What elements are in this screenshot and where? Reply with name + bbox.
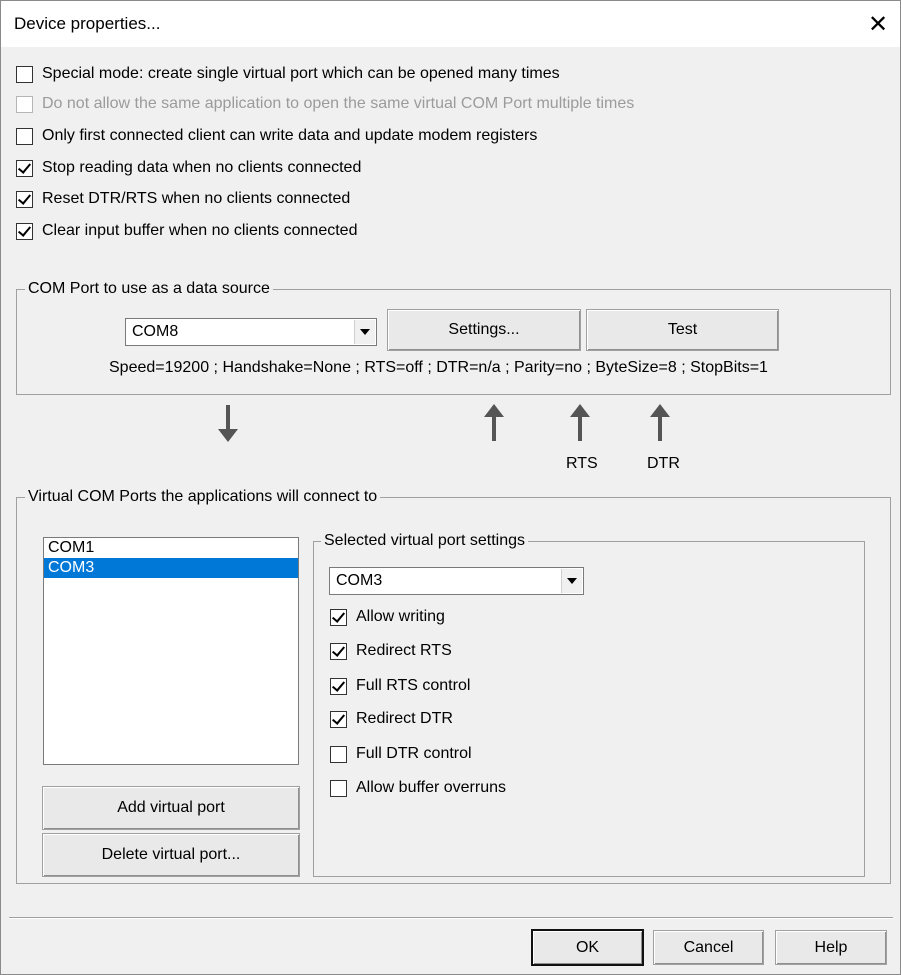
checkbox-full-rts-control[interactable]: [330, 677, 347, 695]
option-clear-input-buffer[interactable]: Clear input buffer when no clients conne…: [16, 222, 357, 240]
cancel-button[interactable]: Cancel: [653, 930, 764, 965]
option-reset-dtr-rts-label: Reset DTR/RTS when no clients connected: [42, 190, 351, 207]
port-settings-group-label: Selected virtual port settings: [321, 532, 528, 550]
title-bar[interactable]: Device properties... ✕: [1, 1, 900, 47]
virtual-port-select[interactable]: COM3: [329, 567, 584, 595]
delete-virtual-port-button[interactable]: Delete virtual port...: [42, 833, 300, 877]
option-allow-buffer-overruns-label: Allow buffer overruns: [356, 779, 506, 796]
option-allow-buffer-overruns[interactable]: Allow buffer overruns: [330, 779, 506, 797]
source-port-select[interactable]: COM8: [125, 318, 377, 346]
option-clear-input-buffer-label: Clear input buffer when no clients conne…: [42, 222, 358, 239]
option-redirect-rts-label: Redirect RTS: [356, 642, 452, 659]
port-settings-info: Speed=19200 ; Handshake=None ; RTS=off ;…: [109, 359, 768, 376]
checkbox-no-same-app: [16, 95, 33, 113]
checkbox-allow-writing[interactable]: [330, 608, 347, 626]
option-special-mode-label: Special mode: create single virtual port…: [42, 65, 560, 82]
checkbox-full-dtr-control[interactable]: [330, 745, 347, 763]
option-stop-reading[interactable]: Stop reading data when no clients connec…: [16, 159, 361, 177]
data-source-group-label: COM Port to use as a data source: [25, 280, 273, 298]
footer-divider: [9, 917, 893, 919]
arrow-down-icon: [218, 405, 238, 442]
test-button[interactable]: Test: [586, 309, 779, 351]
checkbox-first-client-write[interactable]: [16, 127, 33, 145]
rts-label: RTS: [566, 455, 598, 472]
dtr-label: DTR: [647, 455, 680, 472]
option-redirect-rts[interactable]: Redirect RTS: [330, 642, 452, 660]
option-no-same-app-label: Do not allow the same application to ope…: [42, 95, 635, 112]
help-button[interactable]: Help: [775, 930, 887, 965]
option-stop-reading-label: Stop reading data when no clients connec…: [42, 159, 362, 176]
option-no-same-app: Do not allow the same application to ope…: [16, 95, 634, 113]
option-full-rts-control-label: Full RTS control: [356, 677, 471, 694]
checkbox-clear-input-buffer[interactable]: [16, 222, 33, 240]
option-redirect-dtr[interactable]: Redirect DTR: [330, 710, 453, 728]
option-first-client-write[interactable]: Only first connected client can write da…: [16, 127, 537, 145]
source-port-value: COM8: [132, 323, 179, 340]
add-virtual-port-button[interactable]: Add virtual port: [42, 786, 300, 830]
option-redirect-dtr-label: Redirect DTR: [356, 710, 453, 727]
option-full-dtr-control[interactable]: Full DTR control: [330, 745, 472, 763]
arrow-up-rts-icon: [570, 404, 590, 441]
virtual-ports-list[interactable]: COM1 COM3: [43, 537, 299, 765]
list-item[interactable]: COM3: [44, 558, 298, 578]
virtual-ports-group-label: Virtual COM Ports the applications will …: [25, 488, 381, 506]
dialog-title: Device properties...: [14, 14, 161, 33]
checkbox-reset-dtr-rts[interactable]: [16, 190, 33, 208]
option-allow-writing[interactable]: Allow writing: [330, 608, 445, 626]
checkbox-special-mode[interactable]: [16, 65, 33, 83]
list-item[interactable]: COM1: [44, 538, 298, 558]
option-reset-dtr-rts[interactable]: Reset DTR/RTS when no clients connected: [16, 190, 350, 208]
option-special-mode[interactable]: Special mode: create single virtual port…: [16, 65, 560, 83]
arrow-up-dtr-icon: [650, 404, 670, 441]
chevron-down-icon[interactable]: [354, 320, 375, 344]
option-full-dtr-control-label: Full DTR control: [356, 745, 472, 762]
settings-button[interactable]: Settings...: [387, 309, 581, 351]
arrow-up-icon: [484, 404, 504, 441]
virtual-port-value: COM3: [336, 572, 383, 589]
device-properties-dialog: Device properties... ✕ Special mode: cre…: [0, 0, 901, 975]
option-full-rts-control[interactable]: Full RTS control: [330, 677, 470, 695]
checkbox-redirect-dtr[interactable]: [330, 710, 347, 728]
option-allow-writing-label: Allow writing: [356, 608, 445, 625]
ok-button[interactable]: OK: [531, 929, 644, 966]
checkbox-allow-buffer-overruns[interactable]: [330, 779, 347, 797]
chevron-down-icon[interactable]: [561, 569, 582, 593]
checkbox-stop-reading[interactable]: [16, 159, 33, 177]
option-first-client-write-label: Only first connected client can write da…: [42, 127, 538, 144]
checkbox-redirect-rts[interactable]: [330, 642, 347, 660]
close-icon[interactable]: ✕: [863, 9, 893, 39]
